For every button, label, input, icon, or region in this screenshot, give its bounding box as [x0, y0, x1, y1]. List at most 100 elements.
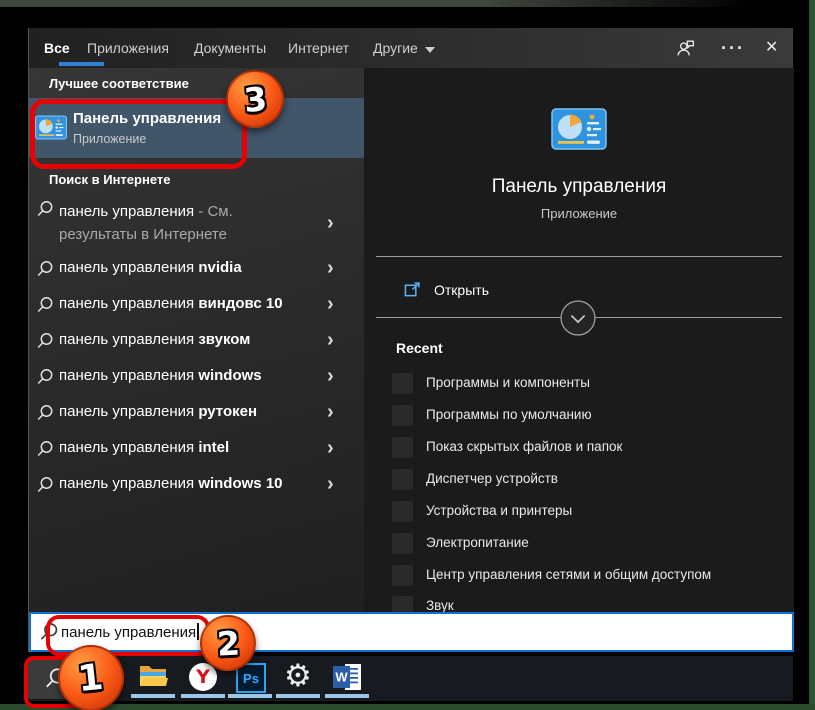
app-icon — [392, 469, 413, 490]
running-app-indicator — [228, 694, 272, 698]
annotation-number: 1 — [76, 656, 105, 699]
chevron-right-icon[interactable]: › — [327, 437, 334, 460]
suggestion-row[interactable]: панель управления windows › — [29, 359, 364, 395]
control-panel-icon-large — [551, 108, 607, 155]
suggestion-label: панель управления виндовс 10 — [59, 295, 283, 312]
yandex-browser-icon[interactable]: Y — [189, 663, 217, 691]
running-app-indicator — [131, 694, 175, 698]
preview-app-title: Панель управления — [364, 176, 794, 198]
recent-item-label: Программы по умолчанию — [426, 407, 592, 422]
screen: Все Приложения Документы Интернет Другие… — [0, 0, 815, 710]
chevron-right-icon[interactable]: › — [327, 257, 334, 280]
expand-chevron-icon[interactable] — [559, 299, 597, 342]
annotation-step-3: 3 — [226, 70, 284, 128]
annotation-box-search-text — [46, 615, 210, 656]
desktop-edge-right — [809, 0, 815, 710]
annotation-number: 3 — [242, 79, 268, 120]
open-external-icon — [404, 281, 421, 303]
recent-item[interactable]: Центр управления сетями и общим доступом — [364, 560, 794, 592]
recent-header: Recent — [396, 340, 443, 356]
search-icon — [36, 332, 54, 350]
chevron-right-icon[interactable]: › — [327, 401, 334, 424]
chevron-right-icon[interactable]: › — [327, 329, 334, 352]
web-result-label: панель управления - См. результаты в Инт… — [59, 200, 311, 246]
tab-documents[interactable]: Документы — [194, 40, 266, 56]
search-icon — [36, 296, 54, 314]
word-icon[interactable]: W — [333, 663, 363, 696]
search-icon — [36, 404, 54, 422]
recent-item[interactable]: Программы по умолчанию — [364, 400, 794, 432]
tab-apps[interactable]: Приложения — [87, 40, 169, 56]
recent-item[interactable]: Программы и компоненты — [364, 368, 794, 400]
app-icon — [392, 373, 413, 394]
recent-item-label: Звук — [426, 598, 454, 612]
chevron-right-icon[interactable]: › — [327, 212, 334, 235]
feedback-icon[interactable] — [675, 37, 697, 64]
file-explorer-icon[interactable] — [138, 663, 168, 695]
recent-item-label: Центр управления сетями и общим доступом — [426, 567, 711, 582]
more-options-icon[interactable]: ··· — [721, 39, 745, 57]
running-app-indicator — [276, 694, 320, 698]
suggestion-row[interactable]: панель управления nvidia › — [29, 251, 364, 287]
search-icon — [36, 200, 54, 218]
chevron-right-icon[interactable]: › — [327, 473, 334, 496]
close-icon[interactable]: ✕ — [765, 39, 778, 57]
active-tab-underline — [59, 62, 104, 66]
annotation-box-best-match — [30, 99, 247, 169]
running-app-indicator — [325, 694, 369, 698]
recent-item[interactable]: Диспетчер устройств — [364, 464, 794, 496]
search-icon — [36, 368, 54, 386]
app-icon — [392, 533, 413, 554]
desktop-edge-top — [0, 0, 815, 7]
recent-item-label: Показ скрытых файлов и папок — [426, 439, 622, 454]
web-search-header: Поиск в Интернете — [49, 172, 170, 187]
annotation-number: 2 — [216, 623, 241, 663]
recent-item[interactable]: Электропитание — [364, 528, 794, 560]
tab-all[interactable]: Все — [44, 40, 70, 56]
app-icon — [392, 565, 413, 586]
recent-item-label: Диспетчер устройств — [426, 471, 558, 486]
web-search-result[interactable]: панель управления - См. результаты в Инт… — [29, 194, 364, 248]
recent-item[interactable]: Устройства и принтеры — [364, 496, 794, 528]
recent-item-label: Электропитание — [426, 535, 529, 550]
svg-text:W: W — [335, 670, 348, 685]
tab-more[interactable]: Другие — [373, 40, 435, 56]
suggestion-row[interactable]: панель управления виндовс 10 › — [29, 287, 364, 323]
suggestion-label: панель управления windows — [59, 367, 262, 384]
tab-web[interactable]: Интернет — [288, 40, 349, 56]
settings-gear-icon[interactable]: ⚙ — [284, 661, 312, 692]
suggestion-row[interactable]: панель управления звуком › — [29, 323, 364, 359]
recent-item-label: Программы и компоненты — [426, 375, 590, 390]
recent-item[interactable]: Показ скрытых файлов и папок — [364, 432, 794, 464]
app-icon — [392, 405, 413, 426]
suggestion-label: панель управления windows 10 — [59, 475, 283, 492]
suggestion-label: панель управления звуком — [59, 331, 250, 348]
taskbar: Y Ps ⚙ W — [28, 656, 793, 701]
tab-bar: Все Приложения Документы Интернет Другие… — [29, 28, 792, 68]
chevron-right-icon[interactable]: › — [327, 365, 334, 388]
recent-item[interactable]: Звук — [364, 591, 794, 612]
app-icon — [392, 596, 413, 612]
search-icon — [36, 260, 54, 278]
running-app-indicator — [181, 694, 225, 698]
suggestion-label: панель управления intel — [59, 439, 229, 456]
suggestion-label: панель управления рутокен — [59, 403, 257, 420]
suggestion-row[interactable]: панель управления windows 10 › — [29, 467, 364, 503]
suggestion-row[interactable]: панель управления intel › — [29, 431, 364, 467]
divider — [376, 256, 782, 257]
search-icon — [36, 476, 54, 494]
suggestion-label: панель управления nvidia — [59, 259, 242, 276]
open-label: Открыть — [434, 282, 489, 298]
search-icon — [36, 440, 54, 458]
chevron-right-icon[interactable]: › — [327, 293, 334, 316]
recent-item-label: Устройства и принтеры — [426, 503, 572, 518]
annotation-step-2: 2 — [200, 615, 256, 671]
app-icon — [392, 437, 413, 458]
annotation-step-1: 1 — [58, 645, 124, 710]
suggestion-row[interactable]: панель управления рутокен › — [29, 395, 364, 431]
chevron-down-icon — [425, 47, 435, 53]
app-icon — [392, 501, 413, 522]
preview-app-subtitle: Приложение — [364, 206, 794, 221]
preview-panel: Панель управления Приложение Открыть — [364, 68, 794, 612]
desktop-edge-bottom — [0, 704, 815, 710]
